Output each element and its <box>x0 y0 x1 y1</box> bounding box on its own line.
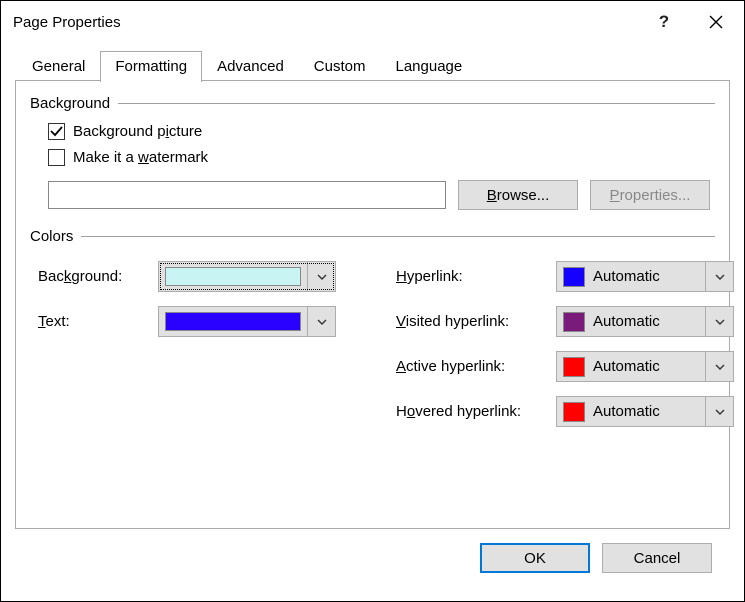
hyperlink-color-swatch <box>563 267 585 287</box>
properties-button: Properties... <box>590 180 710 210</box>
background-path-row: Browse... Properties... <box>48 180 715 210</box>
close-button[interactable] <box>688 1 744 43</box>
close-icon <box>709 15 723 29</box>
background-color-label: Background: <box>38 268 158 285</box>
watermark-checkbox[interactable] <box>48 149 65 166</box>
active-hyperlink-color-label: Active hyperlink: <box>396 358 556 375</box>
active-hyperlink-color-swatch <box>563 357 585 377</box>
hovered-hyperlink-color-combo[interactable]: Automatic <box>556 396 734 427</box>
cancel-button[interactable]: Cancel <box>602 543 712 573</box>
group-background-header: Background <box>30 95 715 112</box>
group-colors-label: Colors <box>30 228 73 245</box>
hovered-hyperlink-color-swatch <box>563 402 585 422</box>
tab-language[interactable]: Language <box>380 51 477 81</box>
tab-custom[interactable]: Custom <box>299 51 381 81</box>
background-color-swatch <box>165 267 301 286</box>
background-section: Background picture Make it a watermark B… <box>30 112 715 210</box>
help-button[interactable]: ? <box>640 1 688 43</box>
background-picture-checkbox-row[interactable]: Background picture <box>48 118 715 144</box>
tab-general[interactable]: General <box>17 51 100 81</box>
page-properties-dialog: Page Properties ? General Formatting Adv… <box>0 0 745 602</box>
text-color-combo[interactable] <box>158 306 336 337</box>
check-icon <box>50 125 63 138</box>
chevron-down-icon <box>705 307 733 336</box>
background-path-input[interactable] <box>48 181 446 209</box>
hyperlink-color-label: Hyperlink: <box>396 268 556 285</box>
client-area: General Formatting Advanced Custom Langu… <box>1 43 744 601</box>
titlebar: Page Properties ? <box>1 1 744 43</box>
tab-formatting[interactable]: Formatting <box>100 51 202 82</box>
group-background-label: Background <box>30 95 110 112</box>
visited-hyperlink-color-swatch <box>563 312 585 332</box>
visited-hyperlink-color-combo[interactable]: Automatic <box>556 306 734 337</box>
chevron-down-icon <box>307 307 335 336</box>
ok-button[interactable]: OK <box>480 543 590 573</box>
window-title: Page Properties <box>13 14 640 31</box>
colors-grid: Background: Hyperlink: Automatic Text: <box>30 245 715 427</box>
tabpage-formatting: Background Background picture Make it a … <box>15 81 730 529</box>
background-picture-checkbox[interactable] <box>48 123 65 140</box>
text-color-label: Text: <box>38 313 158 330</box>
group-colors-header: Colors <box>30 228 715 245</box>
watermark-label: Make it a watermark <box>73 149 208 166</box>
tabstrip: General Formatting Advanced Custom Langu… <box>15 49 730 81</box>
hyperlink-color-combo[interactable]: Automatic <box>556 261 734 292</box>
tab-advanced[interactable]: Advanced <box>202 51 299 81</box>
watermark-checkbox-row[interactable]: Make it a watermark <box>48 144 715 170</box>
chevron-down-icon <box>307 262 335 291</box>
text-color-swatch <box>165 312 301 331</box>
dialog-footer: OK Cancel <box>15 529 730 587</box>
background-color-combo[interactable] <box>158 261 336 292</box>
visited-hyperlink-color-label: Visited hyperlink: <box>396 313 556 330</box>
chevron-down-icon <box>705 352 733 381</box>
active-hyperlink-color-combo[interactable]: Automatic <box>556 351 734 382</box>
chevron-down-icon <box>705 262 733 291</box>
background-picture-label: Background picture <box>73 123 202 140</box>
chevron-down-icon <box>705 397 733 426</box>
hovered-hyperlink-color-label: Hovered hyperlink: <box>396 403 556 420</box>
browse-button[interactable]: Browse... <box>458 180 578 210</box>
